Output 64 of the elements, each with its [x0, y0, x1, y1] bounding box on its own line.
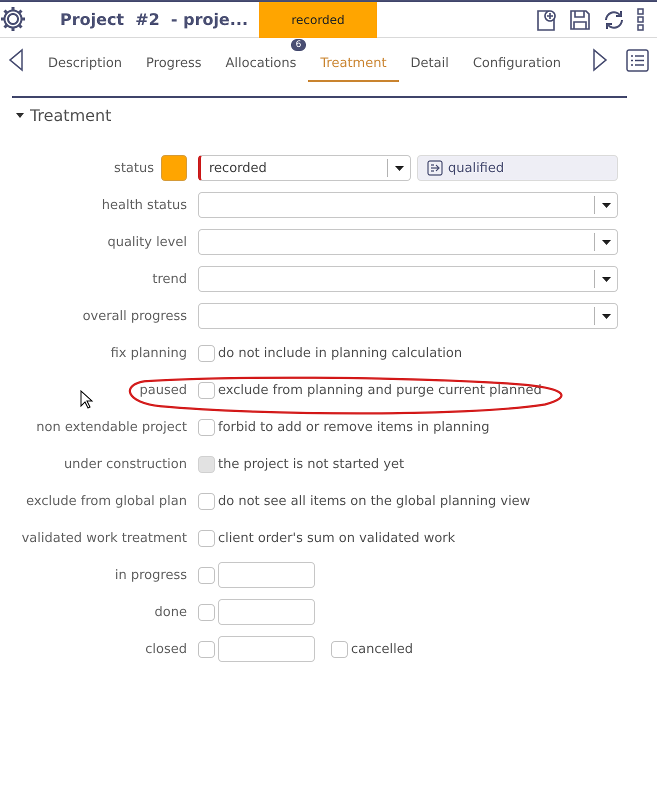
checkbox-label: forbid to add or remove items in planning — [218, 420, 490, 434]
tab[interactable]: Configuration — [460, 38, 574, 82]
window-title: Project #2 - proje... — [60, 10, 250, 29]
field-label: fix planning — [110, 346, 187, 360]
field-label: under construction — [64, 456, 187, 472]
field-label: status — [114, 160, 154, 176]
dropdown-field[interactable] — [198, 192, 618, 218]
section-title: Treatment — [30, 106, 112, 124]
checkbox-label: exclude from planning and purge current planned — [218, 382, 542, 398]
field-label: done — [154, 604, 187, 620]
date-field[interactable] — [218, 562, 315, 588]
field-label: overall progress — [82, 308, 187, 324]
status-label: recorded — [259, 2, 377, 38]
checkbox[interactable] — [198, 382, 215, 398]
field-label: health status — [102, 198, 187, 212]
tab[interactable]: Detail — [398, 38, 461, 82]
checkbox-label: the project is not started yet — [218, 456, 404, 472]
status-color-swatch — [161, 155, 187, 181]
field-label: quality level — [107, 234, 187, 250]
next-arrow-icon[interactable] — [592, 48, 608, 72]
dropdown-field[interactable] — [198, 229, 618, 255]
dropdown-caret-icon — [394, 166, 404, 170]
field-label: in progress — [114, 568, 187, 582]
collapse-caret-icon[interactable] — [16, 112, 24, 118]
field-label: exclude from global plan — [26, 494, 187, 508]
dropdown-field[interactable] — [198, 303, 618, 329]
dropdown-caret-icon — [602, 314, 610, 318]
tab[interactable]: Description — [36, 38, 134, 82]
count-badge: 6 — [290, 39, 306, 51]
tab[interactable]: Allocations 6 — [214, 38, 308, 82]
field-label: non extendable project — [36, 420, 187, 434]
checkbox[interactable] — [198, 604, 215, 620]
field-label: validated work treatment — [22, 530, 187, 546]
field-label: trend — [152, 272, 187, 286]
list-icon[interactable] — [626, 48, 649, 72]
dropdown-caret-icon — [602, 240, 610, 244]
mouse-cursor-icon — [80, 390, 94, 410]
dropdown-caret-icon — [602, 202, 610, 208]
checkbox-label: client order's sum on validated work — [218, 530, 456, 546]
checkbox[interactable] — [198, 640, 215, 658]
date-field[interactable] — [218, 636, 315, 662]
checkbox[interactable] — [198, 344, 215, 362]
dropdown-field[interactable] — [198, 266, 618, 292]
field-label: paused — [140, 382, 187, 398]
checkbox-label: do not see all items on the global planning view — [218, 494, 530, 508]
previous-arrow-icon[interactable] — [8, 48, 24, 72]
checkbox[interactable] — [198, 492, 215, 510]
tab[interactable]: Progress — [134, 38, 214, 82]
checkbox-label: cancelled — [351, 642, 413, 656]
qualify-button[interactable]: qualified — [417, 155, 618, 181]
checkbox-label: do not include in planning calculation — [218, 346, 462, 360]
checkbox[interactable] — [198, 530, 215, 546]
settings-icon[interactable] — [0, 6, 26, 32]
dropdown-caret-icon — [602, 276, 610, 282]
transition-icon — [427, 160, 443, 176]
date-field[interactable] — [218, 599, 315, 625]
new-document-icon[interactable] — [534, 8, 558, 32]
checkbox[interactable] — [198, 418, 215, 436]
more-menu-icon[interactable] — [636, 8, 645, 31]
checkbox[interactable] — [331, 640, 348, 658]
status-dropdown[interactable]: recorded — [198, 155, 411, 181]
checkbox[interactable] — [198, 566, 215, 584]
field-label: closed — [145, 642, 187, 656]
save-icon[interactable] — [568, 8, 592, 32]
